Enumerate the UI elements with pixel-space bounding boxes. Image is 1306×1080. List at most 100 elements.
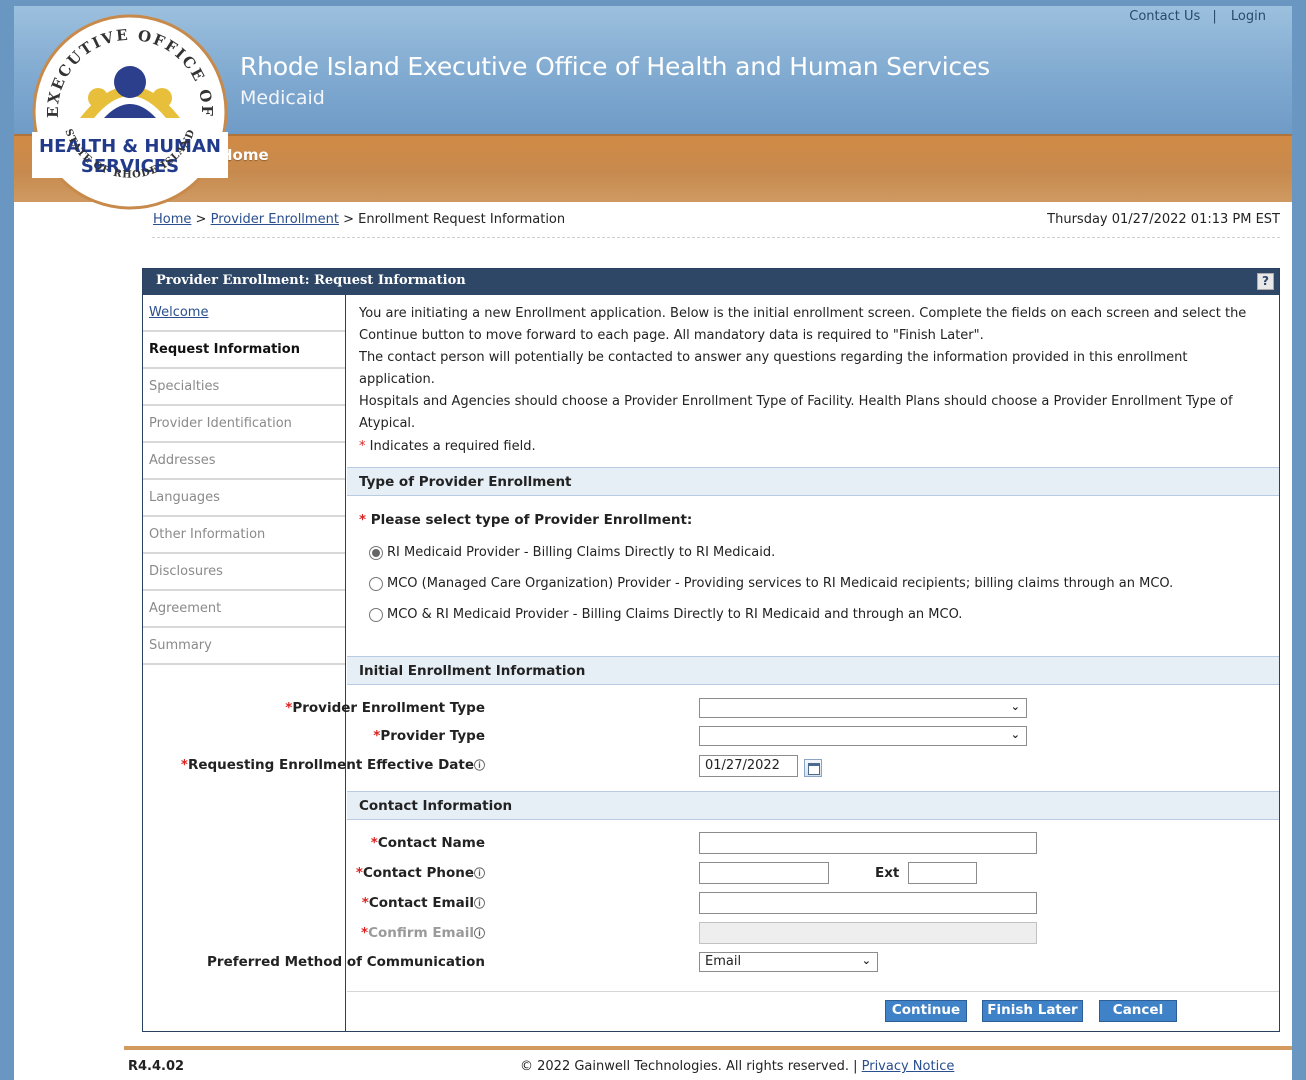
sidebar-item-provider-identification: Provider Identification — [143, 406, 345, 443]
radio-option-mco-and-ri[interactable]: MCO & RI Medicaid Provider - Billing Cla… — [369, 607, 962, 622]
calendar-icon[interactable] — [804, 759, 822, 777]
contact-phone-label-text: Contact Phone — [362, 865, 474, 881]
phone-ext-input[interactable] — [908, 862, 977, 884]
radio-option-mco[interactable]: MCO (Managed Care Organization) Provider… — [369, 576, 1173, 591]
confirm-email-label-text: Confirm Email — [368, 925, 474, 941]
enrollment-type-question: * Please select type of Provider Enrollm… — [359, 512, 692, 528]
contact-email-input[interactable] — [699, 892, 1037, 914]
intro-text: You are initiating a new Enrollment appl… — [347, 295, 1279, 435]
effective-date-label-text: Requesting Enrollment Effective Date — [187, 757, 474, 773]
help-icon[interactable]: ? — [1257, 273, 1274, 290]
contact-name-input[interactable] — [699, 832, 1037, 854]
preferred-method-select[interactable]: Email ⌄ — [699, 952, 878, 972]
required-field-note: * Indicates a required field. — [347, 427, 548, 454]
top-links-separator: | — [1212, 9, 1217, 24]
contact-name-label-text: Contact Name — [377, 835, 485, 851]
enrollment-panel: Provider Enrollment: Request Information… — [142, 268, 1280, 1032]
breadcrumb-current: Enrollment Request Information — [358, 212, 566, 227]
required-star: * — [180, 757, 188, 773]
confirm-email-label: *Confirm Emailⓘ — [361, 925, 485, 941]
sidebar-item-agreement: Agreement — [143, 591, 345, 628]
breadcrumb-home[interactable]: Home — [153, 212, 191, 227]
required-note-text: Indicates a required field. — [369, 439, 536, 454]
site-subtitle: Medicaid — [240, 87, 325, 109]
version-label: R4.4.02 — [128, 1059, 185, 1074]
sidebar-item-languages: Languages — [143, 480, 345, 517]
required-star: * — [359, 439, 366, 454]
radio-option-label: RI Medicaid Provider - Billing Claims Di… — [387, 545, 776, 560]
ri-eohhs-logo: EXECUTIVE OFFICE OF HEALTH & HUMAN SERVI… — [32, 14, 228, 210]
cancel-button[interactable]: Cancel — [1099, 1000, 1177, 1022]
info-icon[interactable]: ⓘ — [474, 897, 485, 910]
sidebar-item-request-information: Request Information — [143, 332, 345, 369]
breadcrumb-bar: Home > Provider Enrollment > Enrollment … — [152, 210, 1280, 238]
contact-phone-input[interactable] — [699, 862, 829, 884]
step-sidebar: Welcome Request Information Specialties … — [143, 295, 346, 1031]
chevron-down-icon: ⌄ — [861, 954, 871, 967]
radio-button-selected[interactable] — [369, 545, 383, 560]
provider-type-label-text: Provider Type — [380, 728, 485, 744]
chevron-down-icon: ⌄ — [1010, 700, 1020, 713]
section-contact-heading: Contact Information — [347, 791, 1279, 820]
info-icon[interactable]: ⓘ — [474, 927, 485, 940]
contact-email-label: *Contact Emailⓘ — [362, 895, 485, 911]
site-title: Rhode Island Executive Office of Health … — [240, 52, 990, 81]
sidebar-item-welcome[interactable]: Welcome — [143, 295, 345, 332]
provider-enrollment-type-label-text: Provider Enrollment Type — [292, 700, 485, 716]
breadcrumb-provider-enrollment[interactable]: Provider Enrollment — [211, 212, 339, 227]
panel-title-text: Provider Enrollment: Request Information — [156, 273, 466, 288]
section-type-heading: Type of Provider Enrollment — [347, 467, 1279, 496]
copyright: © 2022 Gainwell Technologies. All rights… — [520, 1059, 954, 1074]
contact-name-label: *Contact Name — [371, 835, 485, 851]
continue-button[interactable]: Continue — [885, 1000, 967, 1022]
main-content: You are initiating a new Enrollment appl… — [181, 295, 1279, 1031]
info-icon[interactable]: ⓘ — [474, 759, 485, 772]
breadcrumb: Home > Provider Enrollment > Enrollment … — [153, 212, 565, 227]
intro-line-2: The contact person will potentially be c… — [359, 350, 1188, 387]
ext-label: Ext — [875, 865, 900, 881]
radio-button[interactable] — [369, 607, 383, 622]
contact-phone-label: *Contact Phoneⓘ — [356, 865, 485, 881]
required-star: * — [361, 895, 369, 911]
privacy-notice-link[interactable]: Privacy Notice — [862, 1059, 955, 1074]
enrollment-type-question-text: Please select type of Provider Enrollmen… — [370, 512, 693, 528]
provider-enrollment-type-label: *Provider Enrollment Type — [285, 700, 485, 716]
sidebar-item-specialties: Specialties — [143, 369, 345, 406]
current-datetime: Thursday 01/27/2022 01:13 PM EST — [1047, 212, 1280, 227]
confirm-email-input — [699, 922, 1037, 944]
radio-option-ri-medicaid[interactable]: RI Medicaid Provider - Billing Claims Di… — [369, 545, 775, 560]
effective-date-label: *Requesting Enrollment Effective Dateⓘ — [181, 757, 485, 773]
contact-email-label-text: Contact Email — [368, 895, 474, 911]
section-initial-heading: Initial Enrollment Information — [347, 656, 1279, 685]
breadcrumb-sep: > — [343, 212, 354, 227]
button-divider — [347, 991, 1279, 992]
panel-title: Provider Enrollment: Request Information… — [143, 269, 1279, 295]
sidebar-item-disclosures: Disclosures — [143, 554, 345, 591]
provider-type-select[interactable]: ⌄ — [699, 726, 1027, 746]
finish-later-button[interactable]: Finish Later — [982, 1000, 1083, 1022]
provider-enrollment-type-select[interactable]: ⌄ — [699, 698, 1027, 718]
radio-button[interactable] — [369, 576, 383, 591]
radio-option-label: MCO (Managed Care Organization) Provider… — [387, 576, 1174, 591]
login-link[interactable]: Login — [1231, 9, 1266, 24]
preferred-method-label: Preferred Method of Communication — [207, 954, 485, 970]
chevron-down-icon: ⌄ — [1010, 728, 1020, 741]
contact-us-link[interactable]: Contact Us — [1129, 9, 1200, 24]
effective-date-input[interactable]: 01/27/2022 — [699, 755, 798, 777]
required-star: * — [359, 512, 367, 528]
required-star: * — [355, 865, 363, 881]
provider-type-label: *Provider Type — [373, 728, 485, 744]
intro-line-1: You are initiating a new Enrollment appl… — [359, 306, 1247, 343]
breadcrumb-sep: > — [195, 212, 207, 227]
page: Rhode Island Executive Office of Health … — [14, 6, 1292, 1080]
radio-option-label: MCO & RI Medicaid Provider - Billing Cla… — [387, 607, 963, 622]
copyright-text: © 2022 Gainwell Technologies. All rights… — [520, 1059, 858, 1074]
top-links: Contact Us | Login — [1129, 9, 1266, 24]
sidebar-item-addresses: Addresses — [143, 443, 345, 480]
footer-divider — [124, 1046, 1292, 1050]
sidebar-item-summary: Summary — [143, 628, 345, 665]
info-icon[interactable]: ⓘ — [474, 867, 485, 880]
sidebar-item-other-information: Other Information — [143, 517, 345, 554]
required-star: * — [370, 835, 378, 851]
preferred-method-value: Email — [705, 954, 742, 969]
